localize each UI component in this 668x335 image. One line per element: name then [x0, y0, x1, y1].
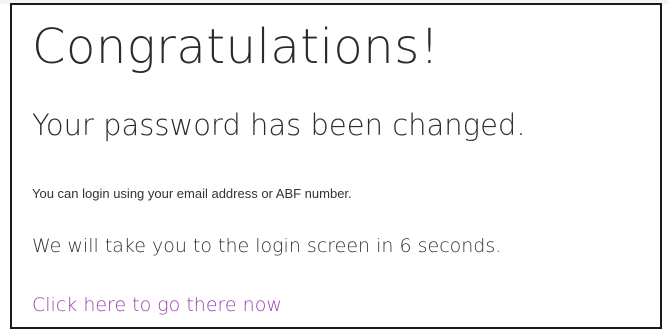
confirmation-panel: Congratulations! Your password has been … [10, 3, 662, 329]
login-instructions: You can login using your email address o… [32, 186, 352, 201]
redirect-countdown-message: We will take you to the login screen in … [32, 235, 502, 257]
go-to-login-link[interactable]: Click here to go there now [32, 292, 282, 318]
password-changed-message: Your password has been changed. [32, 108, 526, 142]
page-title: Congratulations! [32, 19, 440, 75]
